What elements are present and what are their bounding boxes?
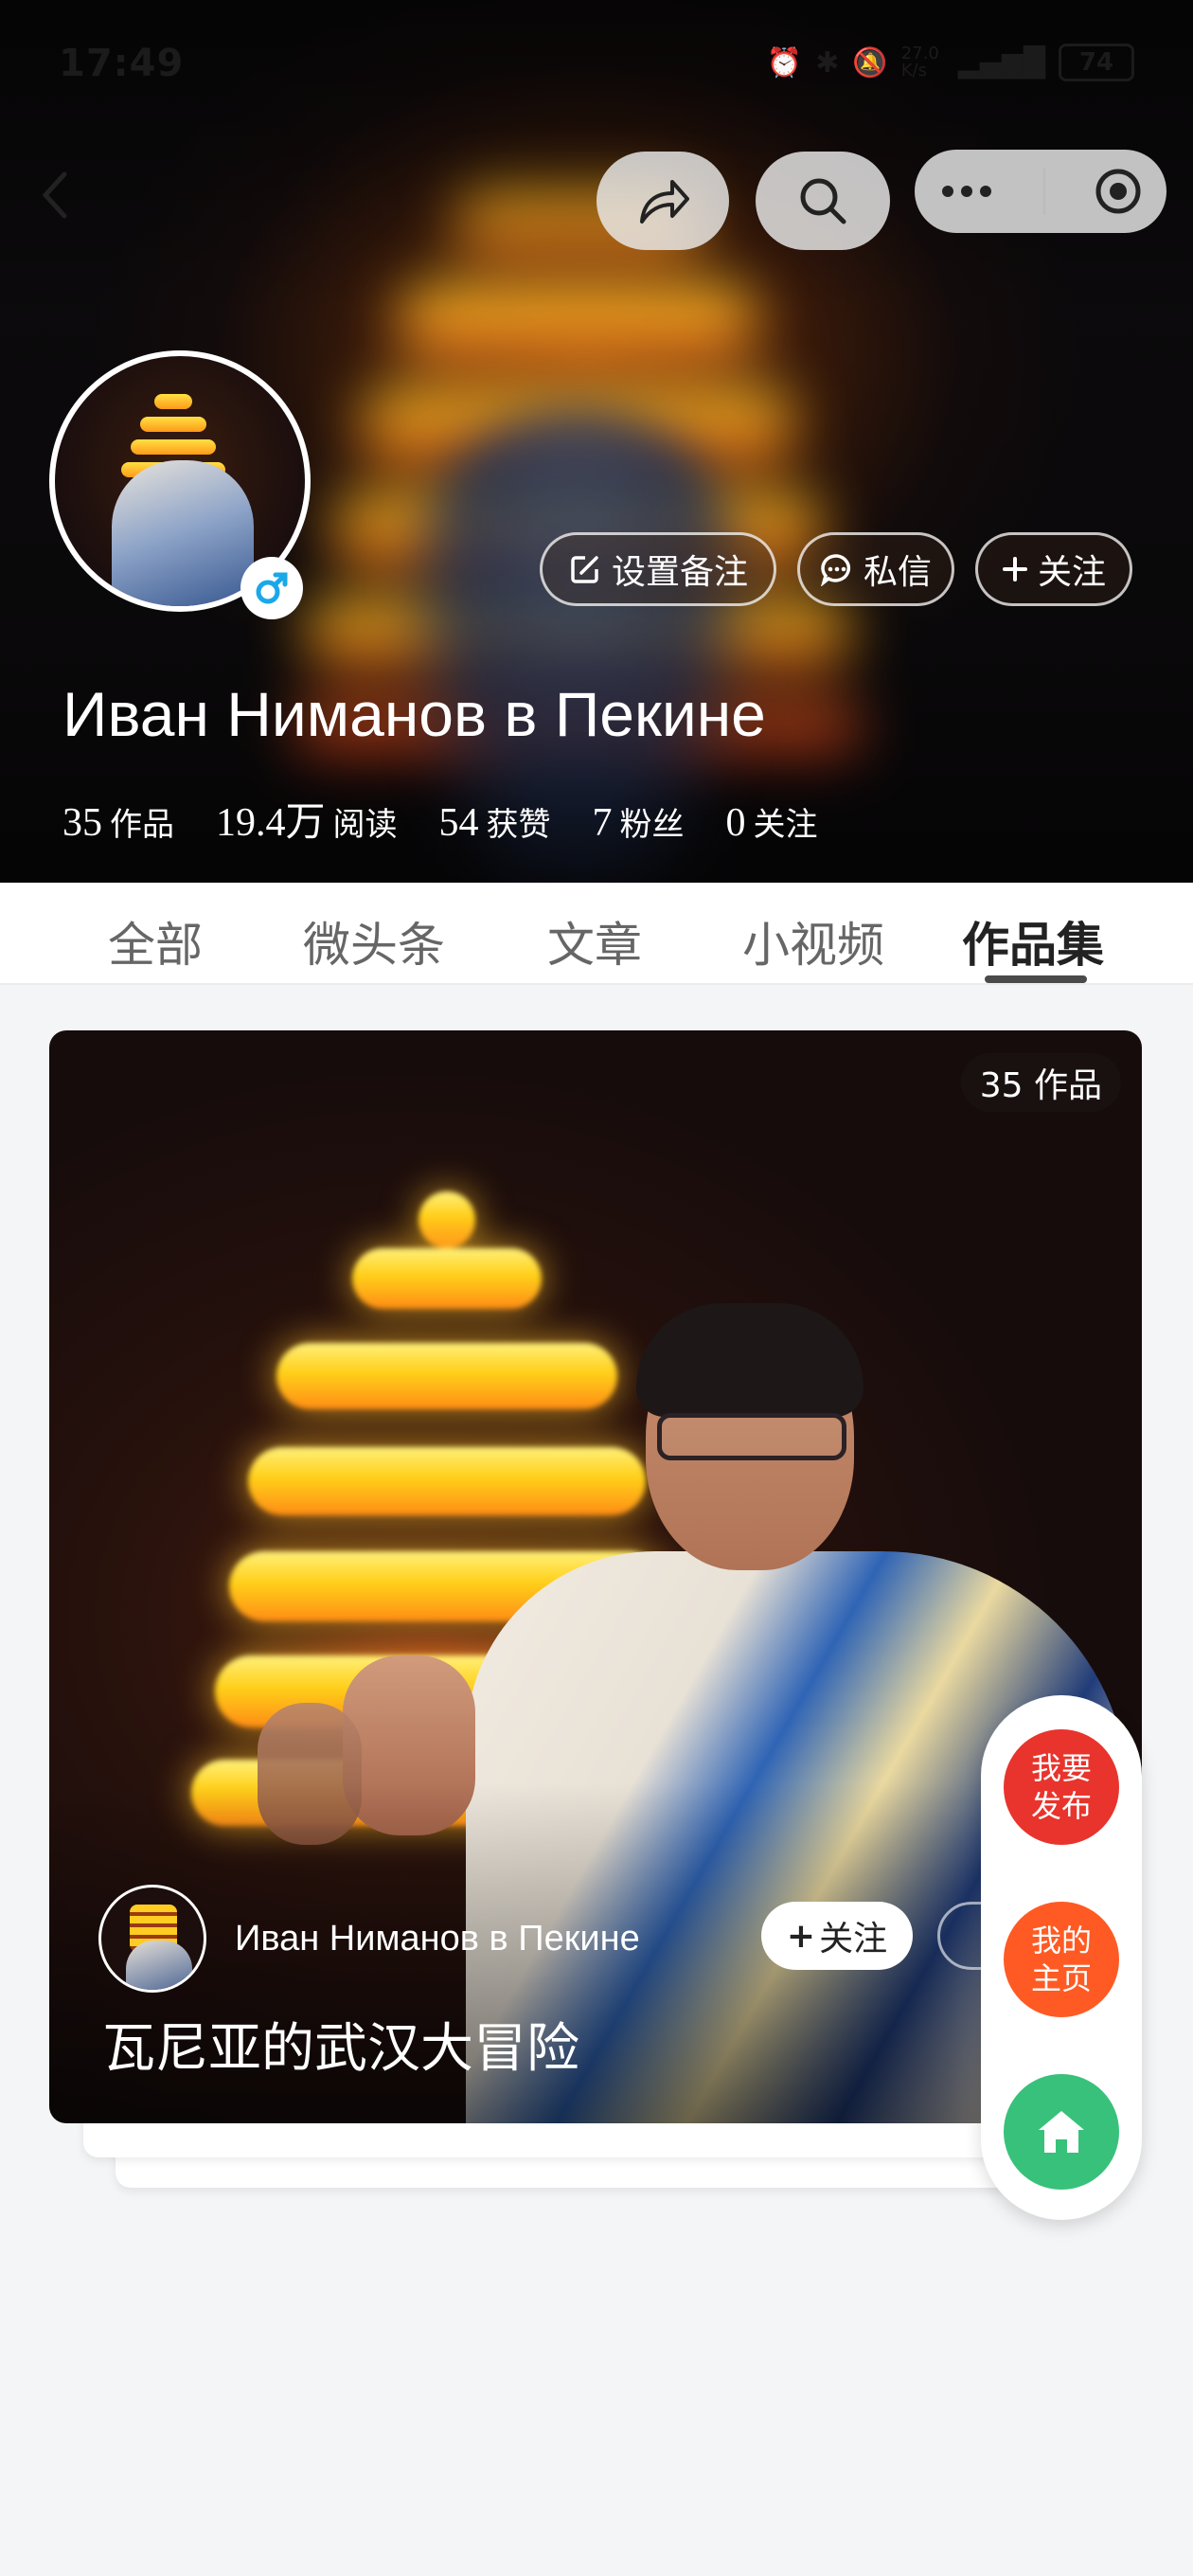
home-button[interactable] (1004, 2074, 1119, 2190)
publish-label: 我要 发布 (1030, 1750, 1092, 1824)
card-follow-button[interactable]: + 关注 (761, 1902, 913, 1970)
profile-name: Иван Ниманов в Пекине (62, 679, 766, 749)
back-button[interactable] (36, 167, 74, 224)
tab-all[interactable]: 全部 (108, 907, 203, 975)
tab-micro-posts[interactable]: 微头条 (303, 907, 445, 975)
follow-button[interactable]: 关注 (975, 532, 1132, 606)
gender-badge (240, 557, 303, 619)
status-time: 17:49 (59, 42, 185, 85)
target-icon[interactable] (1094, 167, 1143, 216)
stat-following[interactable]: 0 关注 (726, 798, 818, 846)
battery-icon: 74 (1059, 44, 1134, 81)
plus-icon: + (786, 1916, 816, 1956)
chat-icon (821, 554, 851, 586)
search-button[interactable] (756, 152, 890, 250)
more-icon[interactable] (938, 182, 995, 201)
set-remark-label: 设置备注 (611, 553, 748, 592)
mute-icon: 🔕 (852, 45, 888, 80)
miniapp-capsule (915, 150, 1166, 233)
edit-icon (571, 556, 598, 583)
follow-label: 关注 (1037, 553, 1106, 592)
stat-works[interactable]: 35 作品 (62, 798, 174, 846)
plus-icon (1002, 557, 1027, 581)
active-tab-indicator (985, 975, 1087, 983)
card-author-name[interactable]: Иван Ниманов в Пекине (235, 1919, 640, 1959)
share-button[interactable] (596, 152, 729, 250)
collection-title: 瓦尼亚的武汉大冒险 (102, 2018, 579, 2080)
tab-short-videos[interactable]: 小视频 (742, 907, 884, 975)
stat-likes: 54 获赞 (438, 801, 551, 845)
profile-stats: 35 作品 19.4万 阅读 54 获赞 7 粉丝 0 关注 (62, 790, 818, 848)
profile-header: 17:49 ⏰ ✱ 🔕 27.0 K/s ▂▄▆█ 74 设置备注 私信 关注 … (0, 0, 1193, 883)
search-icon (800, 178, 846, 224)
stat-reads: 19.4万 阅读 (216, 801, 398, 845)
publish-button[interactable]: 我要 发布 (1004, 1729, 1119, 1845)
bluetooth-icon: ✱ (815, 45, 840, 80)
card-author-avatar[interactable] (98, 1885, 206, 1993)
card-follow-label: 关注 (819, 1920, 888, 1959)
alarm-icon: ⏰ (766, 45, 803, 80)
private-message-label: 私信 (863, 553, 932, 592)
network-speed: 27.0 K/s (900, 44, 939, 80)
content-tabs: 全部 微头条 文章 小视频 作品集 (0, 883, 1193, 985)
set-remark-button[interactable]: 设置备注 (540, 532, 776, 606)
status-bar: 17:49 ⏰ ✱ 🔕 27.0 K/s ▂▄▆█ 74 (0, 0, 1193, 133)
works-count-badge: 35 作品 (960, 1053, 1121, 1112)
signal-icon: ▂▄▆█ (957, 45, 1045, 80)
share-icon (640, 180, 689, 224)
home-icon (1039, 2111, 1084, 2153)
tab-articles[interactable]: 文章 (547, 907, 642, 975)
profile-page: 17:49 ⏰ ✱ 🔕 27.0 K/s ▂▄▆█ 74 设置备注 私信 关注 … (0, 0, 1193, 2576)
floating-action-bar: 我要 发布 我的 主页 (981, 1695, 1142, 2220)
my-homepage-button[interactable]: 我的 主页 (1004, 1902, 1119, 2017)
stat-fans[interactable]: 7 粉丝 (593, 798, 685, 846)
back-icon (42, 171, 67, 219)
collection-card[interactable]: 35 作品 Иван Ниманов в Пекине + 关注 瓦尼亚的武汉大… (49, 1030, 1142, 2123)
my-homepage-label: 我的 主页 (1030, 1923, 1092, 1996)
tab-collections[interactable]: 作品集 (962, 907, 1104, 975)
male-icon (256, 572, 288, 604)
private-message-button[interactable]: 私信 (797, 532, 954, 606)
